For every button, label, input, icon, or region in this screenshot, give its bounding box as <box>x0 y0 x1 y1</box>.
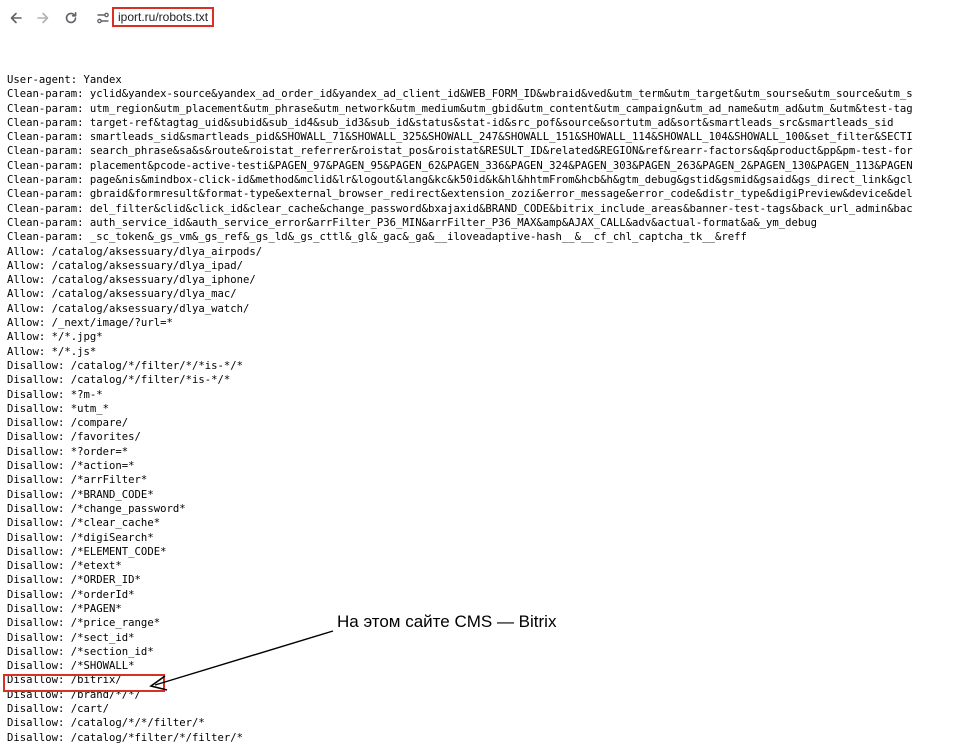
robots-line: Disallow: /*change_password* <box>7 502 186 515</box>
site-settings-icon <box>97 12 109 24</box>
robots-line: Clean-param: search_phrase&sa&s&route&ro… <box>7 145 913 158</box>
robots-line: Disallow: /catalog/*/*/filter/* <box>7 717 205 730</box>
robots-line: Disallow: /*digiSearch* <box>7 531 154 544</box>
robots-line: Allow: /catalog/aksessuary/dlya_mac/ <box>7 288 237 301</box>
robots-line: Disallow: /compare/ <box>7 417 129 430</box>
robots-line: Allow: /_next/image/?url=* <box>7 317 173 330</box>
annotation-text: На этом сайте CMS — Bitrix <box>337 612 557 631</box>
robots-line: Disallow: /*arrFilter* <box>7 474 148 487</box>
arrow-left-icon <box>10 12 22 24</box>
url-text: iport.ru/robots.txt <box>118 10 209 24</box>
robots-line: Disallow: /*section_id* <box>7 645 154 658</box>
robots-line: Disallow: /cart/ <box>7 703 110 716</box>
robots-line: Disallow: *?m-* <box>7 388 103 401</box>
robots-line: Disallow: /*action=* <box>7 460 135 473</box>
robots-line: User-agent: Yandex <box>7 74 122 86</box>
robots-line: Disallow: /catalog/*/filter/*is-*/* <box>7 374 231 387</box>
robots-line: Clean-param: yclid&yandex-source&yandex_… <box>7 88 913 101</box>
browser-toolbar: iport.ru/robots.txt <box>0 0 964 36</box>
reload-button[interactable] <box>61 8 81 28</box>
robots-line: Clean-param: _sc_token&_gs_vm&_gs_ref&_g… <box>7 231 747 244</box>
robots-line: Disallow: /*BRAND_CODE* <box>7 488 154 501</box>
robots-line: Clean-param: placement&pcode-active-test… <box>7 159 913 172</box>
robots-line: Disallow: /*orderId* <box>7 588 135 601</box>
robots-line: Disallow: /*etext* <box>7 560 122 573</box>
robots-line: Disallow: /*clear_cache* <box>7 517 161 530</box>
back-button[interactable] <box>6 8 26 28</box>
robots-line: Clean-param: target-ref&tagtag_uid&subid… <box>7 116 894 129</box>
robots-line: Disallow: /catalog/*filter/*/filter/* <box>7 731 243 744</box>
robots-line: Allow: */*.jpg* <box>7 331 103 344</box>
robots-line: Clean-param: smartleads_sid&smartleads_p… <box>7 131 913 144</box>
robots-line: Clean-param: gbraid&formresult&format-ty… <box>7 188 913 201</box>
robots-line: Allow: /catalog/aksessuary/dlya_watch/ <box>7 302 250 315</box>
robots-line: Clean-param: auth_service_id&auth_servic… <box>7 216 818 229</box>
robots-line: Clean-param: utm_region&utm_placement&ut… <box>7 102 913 115</box>
robots-line: Allow: */*.js* <box>7 345 97 358</box>
robots-line: Allow: /catalog/aksessuary/dlya_ipad/ <box>7 259 243 272</box>
robots-line: Disallow: /*ORDER_ID* <box>7 574 141 587</box>
robots-line: Disallow: /*ELEMENT_CODE* <box>7 545 167 558</box>
robots-line: Allow: /catalog/aksessuary/dlya_airpods/ <box>7 245 263 258</box>
site-info-button[interactable] <box>94 8 112 28</box>
robots-line: Clean-param: page&nis&mindbox-click-id&m… <box>7 174 913 187</box>
arrow-right-icon <box>37 12 49 24</box>
address-bar[interactable]: iport.ru/robots.txt <box>112 7 214 27</box>
robots-line: Disallow: /*SHOWALL* <box>7 660 135 673</box>
robots-line: Allow: /catalog/aksessuary/dlya_iphone/ <box>7 274 256 287</box>
forward-button[interactable] <box>33 8 53 28</box>
robots-txt-content: User-agent: Yandex Clean-param: yclid&yan… <box>7 73 964 745</box>
robots-line: Disallow: /favorites/ <box>7 431 141 444</box>
reload-icon <box>65 12 77 24</box>
robots-line: Clean-param: del_filter&clid&click_id&cl… <box>7 202 913 215</box>
bitrix-line-highlight <box>3 674 165 692</box>
robots-line: Disallow: *?order=* <box>7 445 129 458</box>
robots-line: Disallow: /catalog/*/filter/*/*is-*/* <box>7 359 243 372</box>
robots-line: Disallow: *utm_* <box>7 402 110 415</box>
